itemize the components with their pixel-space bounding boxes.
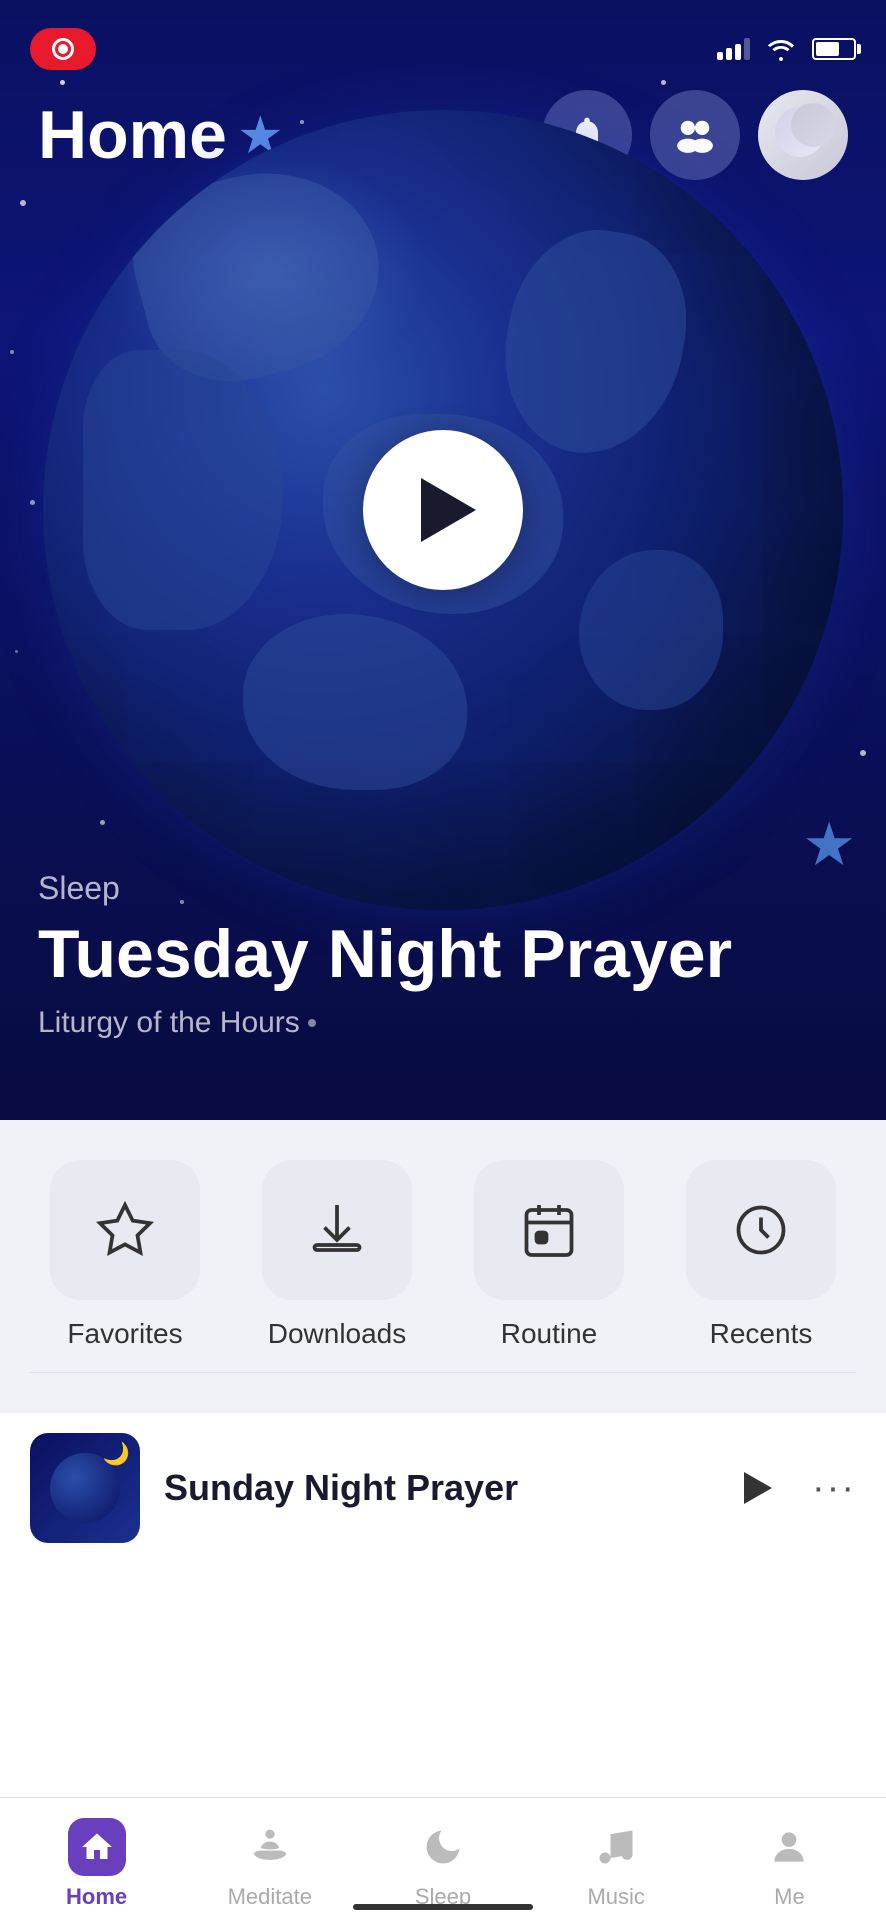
download-icon (307, 1200, 367, 1260)
recent-item: 🌙 Sunday Night Prayer ··· (30, 1433, 856, 1543)
hero-title: Tuesday Night Prayer (38, 917, 732, 992)
recent-section: 🌙 Sunday Night Prayer ··· (0, 1413, 886, 1563)
recent-info: Sunday Night Prayer (164, 1467, 704, 1509)
play-button[interactable] (363, 430, 523, 590)
blue-star-decoration: ★ (802, 810, 856, 880)
nav-item-home[interactable]: Home (10, 1818, 183, 1910)
globe-illustration (43, 110, 843, 910)
hero-section: Home ★ (0, 0, 886, 1120)
status-bar-left (30, 28, 96, 70)
recents-label: Recents (710, 1318, 813, 1350)
quick-item-favorites[interactable]: Favorites (30, 1160, 220, 1350)
quick-access-grid: Favorites Downloads (30, 1160, 856, 1350)
nav-label-meditate: Meditate (228, 1884, 312, 1910)
quick-item-downloads[interactable]: Downloads (242, 1160, 432, 1350)
nav-item-music[interactable]: Music (530, 1818, 703, 1910)
recent-play-button[interactable] (728, 1458, 788, 1518)
nav-item-sleep[interactable]: Sleep (356, 1818, 529, 1910)
calendar-icon (519, 1200, 579, 1260)
more-options-button[interactable]: ··· (812, 1467, 856, 1510)
bottom-navigation: Home Meditate Sleep Mus (0, 1797, 886, 1920)
home-indicator (353, 1904, 533, 1910)
recording-pill (30, 28, 96, 70)
hero-text: Sleep Tuesday Night Prayer Liturgy of th… (38, 870, 732, 1040)
moon-badge: 🌙 (103, 1441, 130, 1467)
favorites-label: Favorites (67, 1318, 182, 1350)
nav-item-me[interactable]: Me (703, 1818, 876, 1910)
recent-thumbnail: 🌙 (30, 1433, 140, 1543)
status-bar-right (717, 35, 856, 63)
sleep-moon-icon (421, 1825, 465, 1869)
star-decoration (15, 650, 18, 653)
nav-label-me: Me (774, 1884, 805, 1910)
recording-dot (52, 38, 74, 60)
routine-label: Routine (501, 1318, 598, 1350)
nav-label-music: Music (587, 1884, 644, 1910)
clock-icon (731, 1200, 791, 1260)
recent-actions: ··· (728, 1458, 856, 1518)
me-icon (767, 1825, 811, 1869)
home-icon (79, 1829, 115, 1865)
play-icon (744, 1472, 772, 1504)
nav-item-meditate[interactable]: Meditate (183, 1818, 356, 1910)
battery-icon (812, 38, 856, 60)
status-bar (0, 0, 886, 80)
star-decoration (20, 200, 26, 206)
star-decoration (10, 350, 14, 354)
star-decoration (30, 500, 35, 505)
wifi-icon (764, 35, 798, 63)
star-decoration (860, 750, 866, 756)
signal-bars-icon (717, 38, 750, 60)
nav-label-home: Home (66, 1884, 127, 1910)
quick-access-section: Favorites Downloads (0, 1120, 886, 1413)
hero-subtitle: Liturgy of the Hours (38, 1006, 732, 1040)
star-decoration (60, 80, 65, 85)
hero-category: Sleep (38, 870, 732, 907)
meditate-icon (248, 1825, 292, 1869)
recent-title: Sunday Night Prayer (164, 1467, 704, 1509)
quick-item-recents[interactable]: Recents (666, 1160, 856, 1350)
star-icon (95, 1200, 155, 1260)
music-icon (594, 1825, 638, 1869)
star-decoration (661, 80, 666, 85)
play-icon (421, 478, 476, 542)
quick-item-routine[interactable]: Routine (454, 1160, 644, 1350)
downloads-label: Downloads (268, 1318, 407, 1350)
section-divider (30, 1372, 856, 1373)
